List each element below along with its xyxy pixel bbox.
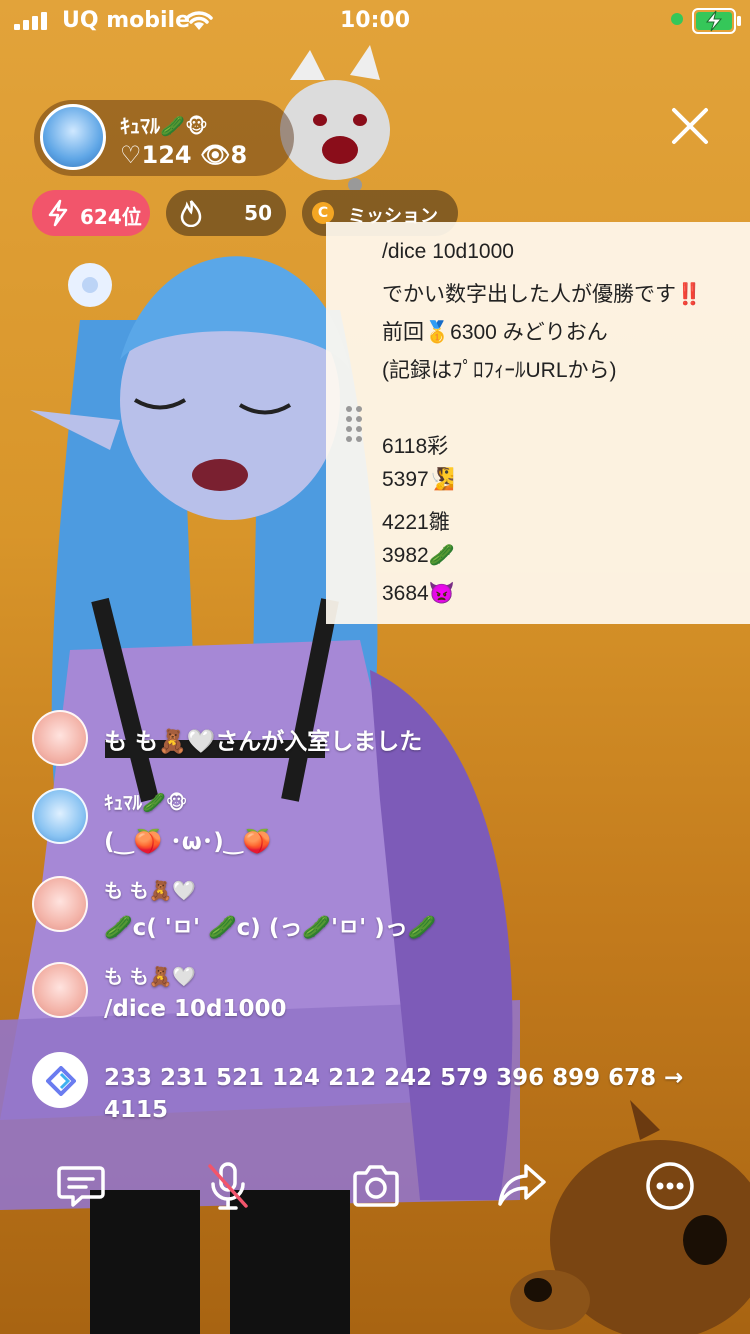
- chat-avatar[interactable]: [32, 710, 88, 766]
- info-line: 5397🧏: [382, 468, 455, 491]
- chat-item[interactable]: 233 231 521 124 212 242 579 396 899 678 …: [32, 1050, 712, 1130]
- fire-badge[interactable]: 50: [166, 190, 286, 236]
- drag-handle-icon[interactable]: [344, 404, 366, 444]
- clock: 10:00: [340, 8, 411, 33]
- info-line: でかい数字出した人が優勝です‼️: [382, 283, 703, 306]
- info-line: /dice 10d1000: [382, 240, 514, 263]
- close-icon[interactable]: [668, 104, 712, 148]
- signal-icon: [14, 12, 47, 30]
- chat-item[interactable]: も も🧸🤍 /dice 10d1000: [32, 962, 712, 1022]
- chat-message: 233 231 521 124 212 242 579 396 899 678 …: [104, 1065, 684, 1123]
- chat-username: も も🧸🤍: [104, 880, 196, 902]
- status-bar: UQ mobile 10:00: [0, 0, 750, 42]
- chat-message: も も🧸🤍さんが入室しました: [104, 729, 423, 755]
- camera-icon[interactable]: [350, 1160, 402, 1212]
- share-icon[interactable]: [496, 1160, 548, 1212]
- rank-label: 624位: [80, 205, 142, 229]
- viewers-count: 👁8: [199, 141, 248, 169]
- host-name: ｷｭﾏﾙ🥒🐵: [120, 114, 209, 138]
- carrier-label: UQ mobile: [62, 8, 191, 33]
- fire-count: 50: [244, 201, 272, 225]
- wifi-icon: [185, 11, 213, 30]
- chat-username: ｷｭﾏﾙ🥒🐵: [104, 792, 188, 814]
- more-icon[interactable]: [644, 1160, 696, 1212]
- chat-message: /dice 10d1000: [104, 996, 287, 1022]
- ghost-cat-mascot-icon: [280, 45, 390, 190]
- info-line: 4221雛: [382, 511, 450, 534]
- app-bot-avatar: [32, 1052, 88, 1108]
- app-logo-icon: [46, 1066, 76, 1096]
- lightning-icon: [48, 199, 68, 227]
- chat-avatar[interactable]: [32, 788, 88, 844]
- info-panel: /dice 10d1000 でかい数字出した人が優勝です‼️ 前回🥇6300 み…: [326, 222, 750, 624]
- chat-item[interactable]: ｷｭﾏﾙ🥒🐵 (‿🍑 ･ω･)‿🍑: [32, 788, 712, 855]
- info-line: (記録はﾌﾟﾛﾌｨｰﾙURLから): [382, 359, 617, 382]
- info-line: 6118彩: [382, 435, 449, 458]
- chat-message: (‿🍑 ･ω･)‿🍑: [104, 829, 272, 855]
- info-line: 3982🥒: [382, 544, 455, 567]
- chat-avatar[interactable]: [32, 876, 88, 932]
- host-avatar[interactable]: [40, 104, 106, 170]
- info-line: 3684👿: [382, 582, 455, 605]
- flame-icon: [180, 200, 202, 227]
- likes-count: ♡124: [120, 141, 192, 169]
- rank-badge[interactable]: 624位: [32, 190, 150, 236]
- coin-icon: C: [312, 202, 334, 224]
- privacy-indicator: [671, 13, 683, 25]
- comment-icon[interactable]: [56, 1160, 108, 1212]
- battery-charging-icon: [692, 8, 741, 34]
- mic-muted-icon[interactable]: [202, 1160, 254, 1212]
- chat-item[interactable]: も も🧸🤍さんが入室しました: [32, 710, 712, 766]
- chat-message: 🥒c( 'ㅁ' 🥒c) (っ🥒'ㅁ' )っ🥒: [104, 915, 437, 941]
- chat-item[interactable]: も も🧸🤍 🥒c( 'ㅁ' 🥒c) (っ🥒'ㅁ' )っ🥒: [32, 876, 712, 941]
- info-line: 前回🥇6300 みどりおん: [382, 321, 608, 344]
- chat-avatar[interactable]: [32, 962, 88, 1018]
- host-stats: ♡124 👁8: [120, 141, 247, 169]
- chat-username: も も🧸🤍: [104, 966, 196, 988]
